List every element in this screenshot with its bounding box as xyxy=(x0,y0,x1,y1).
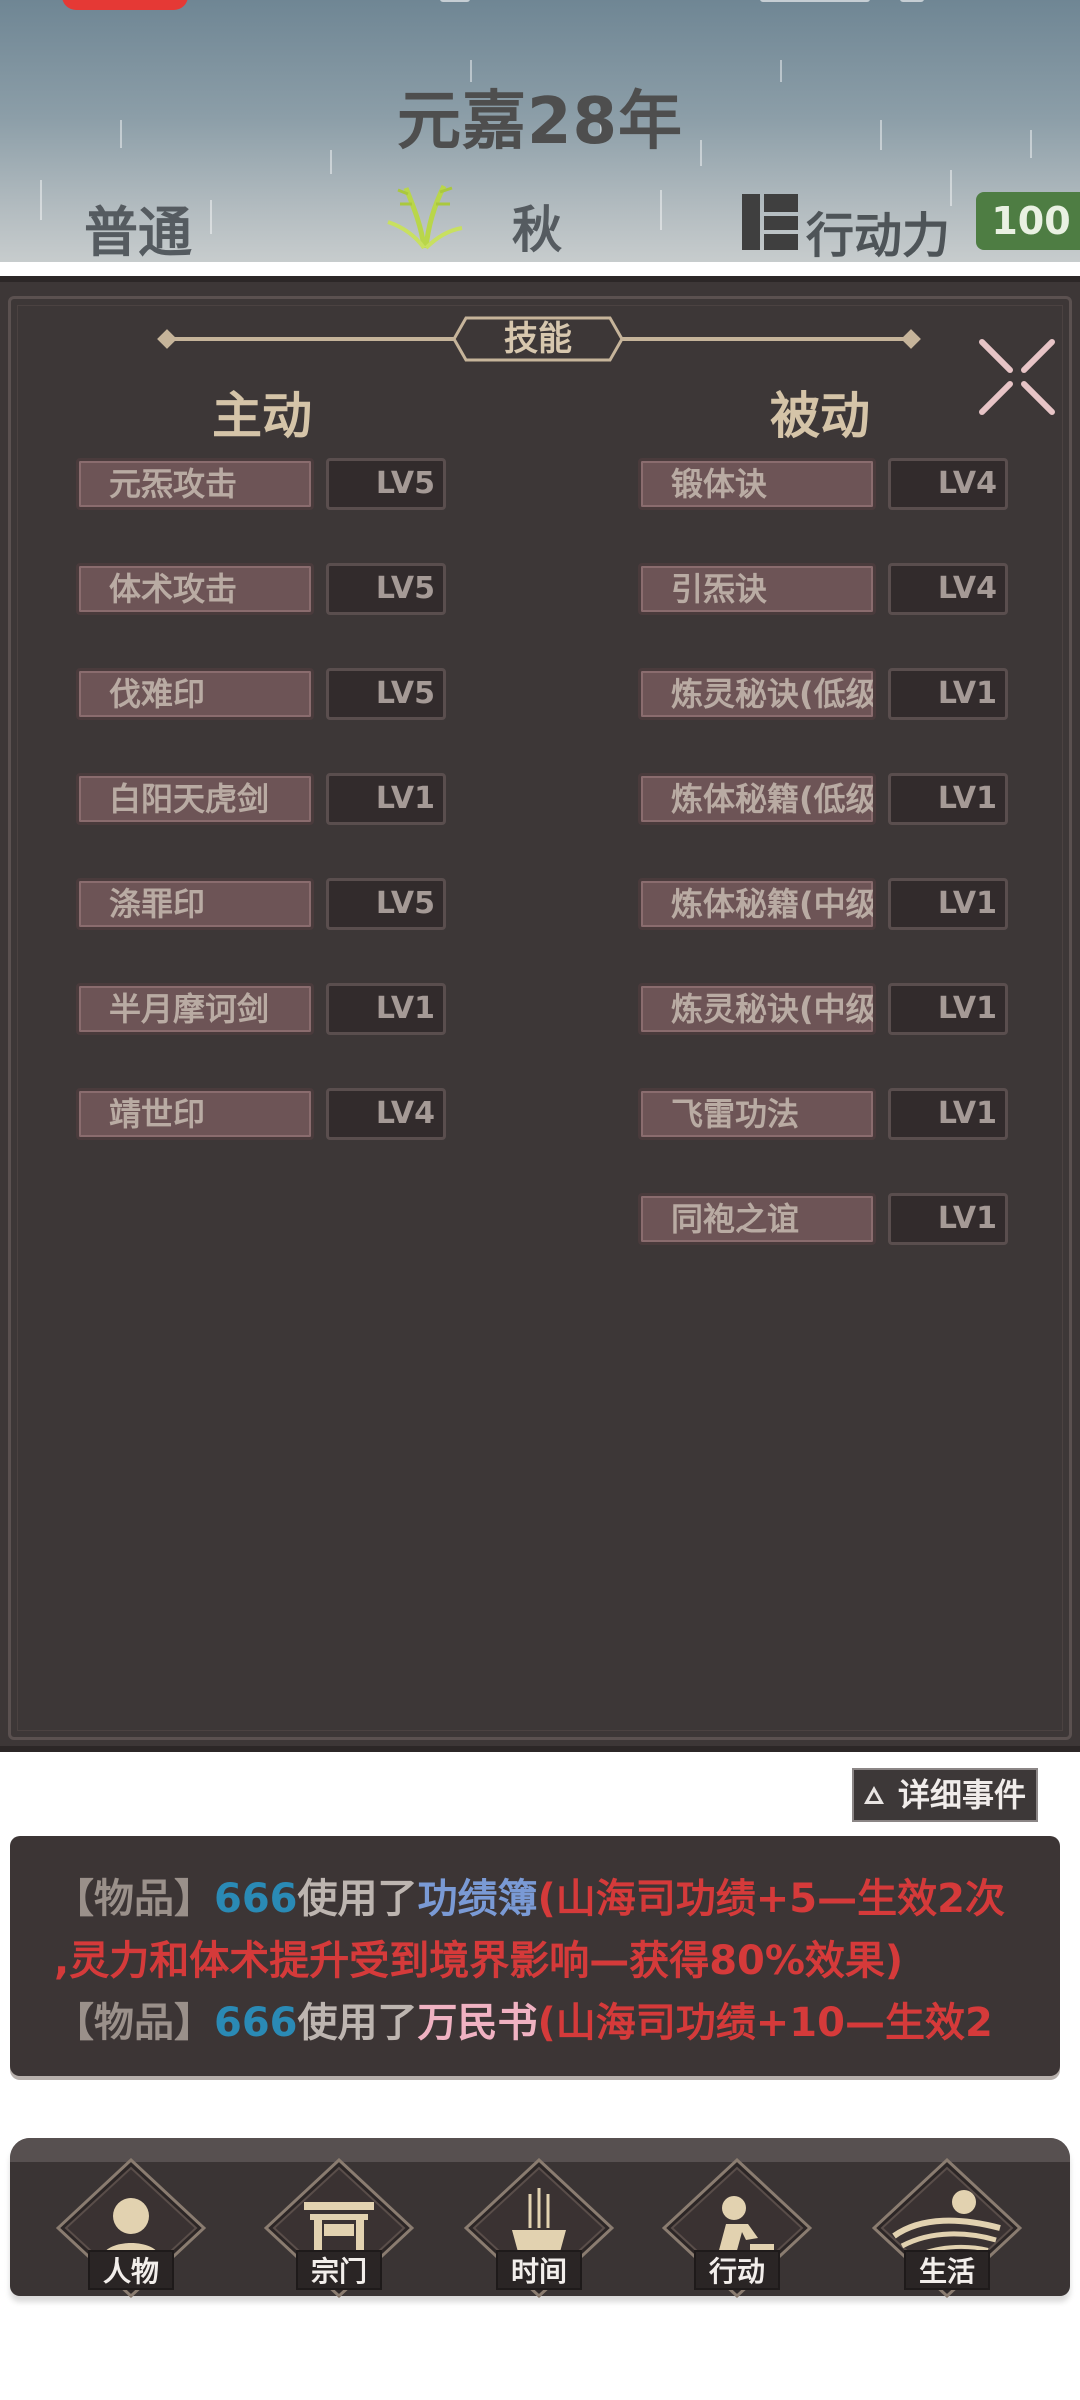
action-points-icon xyxy=(742,194,798,250)
skill-level: LV1 xyxy=(888,668,1008,720)
active-skill-row: 靖世印 LV4 xyxy=(76,1088,456,1142)
skill-name-button[interactable]: 锻体诀 xyxy=(638,458,876,510)
difficulty-label: 普通 xyxy=(84,201,192,262)
event-log[interactable]: 【物品】666使用了功绩簿(山海司功绩+5—生效2次 ,灵力和体术提升受到境界影… xyxy=(10,1836,1060,2076)
skill-name-button[interactable]: 元炁攻击 xyxy=(76,458,314,510)
skill-name-button[interactable]: 炼灵秘诀(中级 xyxy=(638,983,876,1035)
close-icon[interactable] xyxy=(976,336,1058,418)
status-icon xyxy=(440,0,470,2)
active-skill-row: 白阳天虎剑 LV1 xyxy=(76,773,456,827)
action-points-label: 行动力 xyxy=(806,208,951,262)
active-skill-row: 伐难印 LV5 xyxy=(76,668,456,722)
active-skill-row: 涤罪印 LV5 xyxy=(76,878,456,932)
skill-name-button[interactable]: 白阳天虎剑 xyxy=(76,773,314,825)
skill-level: LV1 xyxy=(888,983,1008,1035)
active-skill-row: 体术攻击 LV5 xyxy=(76,563,456,617)
skill-name-button[interactable]: 同袍之谊 xyxy=(638,1193,876,1245)
skill-name-button[interactable]: 涤罪印 xyxy=(76,878,314,930)
active-skills-heading: 主动 xyxy=(212,387,312,445)
skill-name-button[interactable]: 引炁诀 xyxy=(638,563,876,615)
passive-skills-heading: 被动 xyxy=(770,387,870,445)
nav-action[interactable]: 行动 xyxy=(662,2158,812,2298)
passive-skill-row: 引炁诀 LV4 xyxy=(638,563,1018,617)
event-line: 【物品】666使用了功绩簿(山海司功绩+5—生效2次 xyxy=(54,1876,1005,1922)
skill-level: LV4 xyxy=(326,1088,446,1140)
skill-name-button[interactable]: 体术攻击 xyxy=(76,563,314,615)
skill-name-button[interactable]: 炼体秘籍(低级 xyxy=(638,773,876,825)
skill-level: LV1 xyxy=(326,773,446,825)
skill-name-button[interactable]: 炼体秘籍(中级 xyxy=(638,878,876,930)
skill-name-button[interactable]: 伐难印 xyxy=(76,668,314,720)
panel-title: 技能 xyxy=(504,319,572,359)
detail-events-button[interactable]: 详细事件 xyxy=(852,1768,1038,1822)
skill-level: LV1 xyxy=(888,1193,1008,1245)
passive-skill-row: 同袍之谊 LV1 xyxy=(638,1193,1018,1247)
nav-sect[interactable]: 宗门 xyxy=(264,2158,414,2298)
skill-level: LV5 xyxy=(326,563,446,615)
skill-level: LV5 xyxy=(326,878,446,930)
top-header: 元嘉28年 普通 秋 行动力 100 xyxy=(0,0,1080,262)
skill-level: LV1 xyxy=(888,878,1008,930)
season-label: 秋 xyxy=(512,201,562,259)
event-line-continuation: ,灵力和体术提升受到境界影响—获得80%效果) xyxy=(54,1938,904,1984)
active-skill-row: 元炁攻击 LV5 xyxy=(76,458,456,512)
passive-skill-row: 炼体秘籍(中级 LV1 xyxy=(638,878,1018,932)
action-points-value: 100 xyxy=(976,192,1080,250)
skill-name-button[interactable]: 炼灵秘诀(低级 xyxy=(638,668,876,720)
active-skill-row: 半月摩诃剑 LV1 xyxy=(76,983,456,1037)
skill-level: LV1 xyxy=(326,983,446,1035)
skill-name-button[interactable]: 半月摩诃剑 xyxy=(76,983,314,1035)
passive-skill-row: 炼灵秘诀(中级 LV1 xyxy=(638,983,1018,1037)
game-year: 元嘉28年 xyxy=(396,85,684,159)
status-icon xyxy=(900,0,924,2)
skill-name-button[interactable]: 飞雷功法 xyxy=(638,1088,876,1140)
nav-time[interactable]: 时间 xyxy=(464,2158,614,2298)
passive-skill-row: 锻体诀 LV4 xyxy=(638,458,1018,512)
status-indicator xyxy=(62,0,188,10)
skill-name-button[interactable]: 靖世印 xyxy=(76,1088,314,1140)
season-plant-icon xyxy=(387,184,463,250)
skill-level: LV4 xyxy=(888,458,1008,510)
skill-level: LV4 xyxy=(888,563,1008,615)
skill-level: LV1 xyxy=(888,1088,1008,1140)
passive-skill-row: 炼灵秘诀(低级 LV1 xyxy=(638,668,1018,722)
status-icon xyxy=(760,0,870,2)
passive-skill-row: 炼体秘籍(低级 LV1 xyxy=(638,773,1018,827)
passive-skill-row: 飞雷功法 LV1 xyxy=(638,1088,1018,1142)
skill-level: LV5 xyxy=(326,668,446,720)
skill-level: LV1 xyxy=(888,773,1008,825)
skill-level: LV5 xyxy=(326,458,446,510)
event-line: 【物品】666使用了万民书(山海司功绩+10—生效2 xyxy=(54,2000,993,2046)
nav-life[interactable]: 生活 xyxy=(872,2158,1022,2298)
nav-person[interactable]: 人物 xyxy=(56,2158,206,2298)
